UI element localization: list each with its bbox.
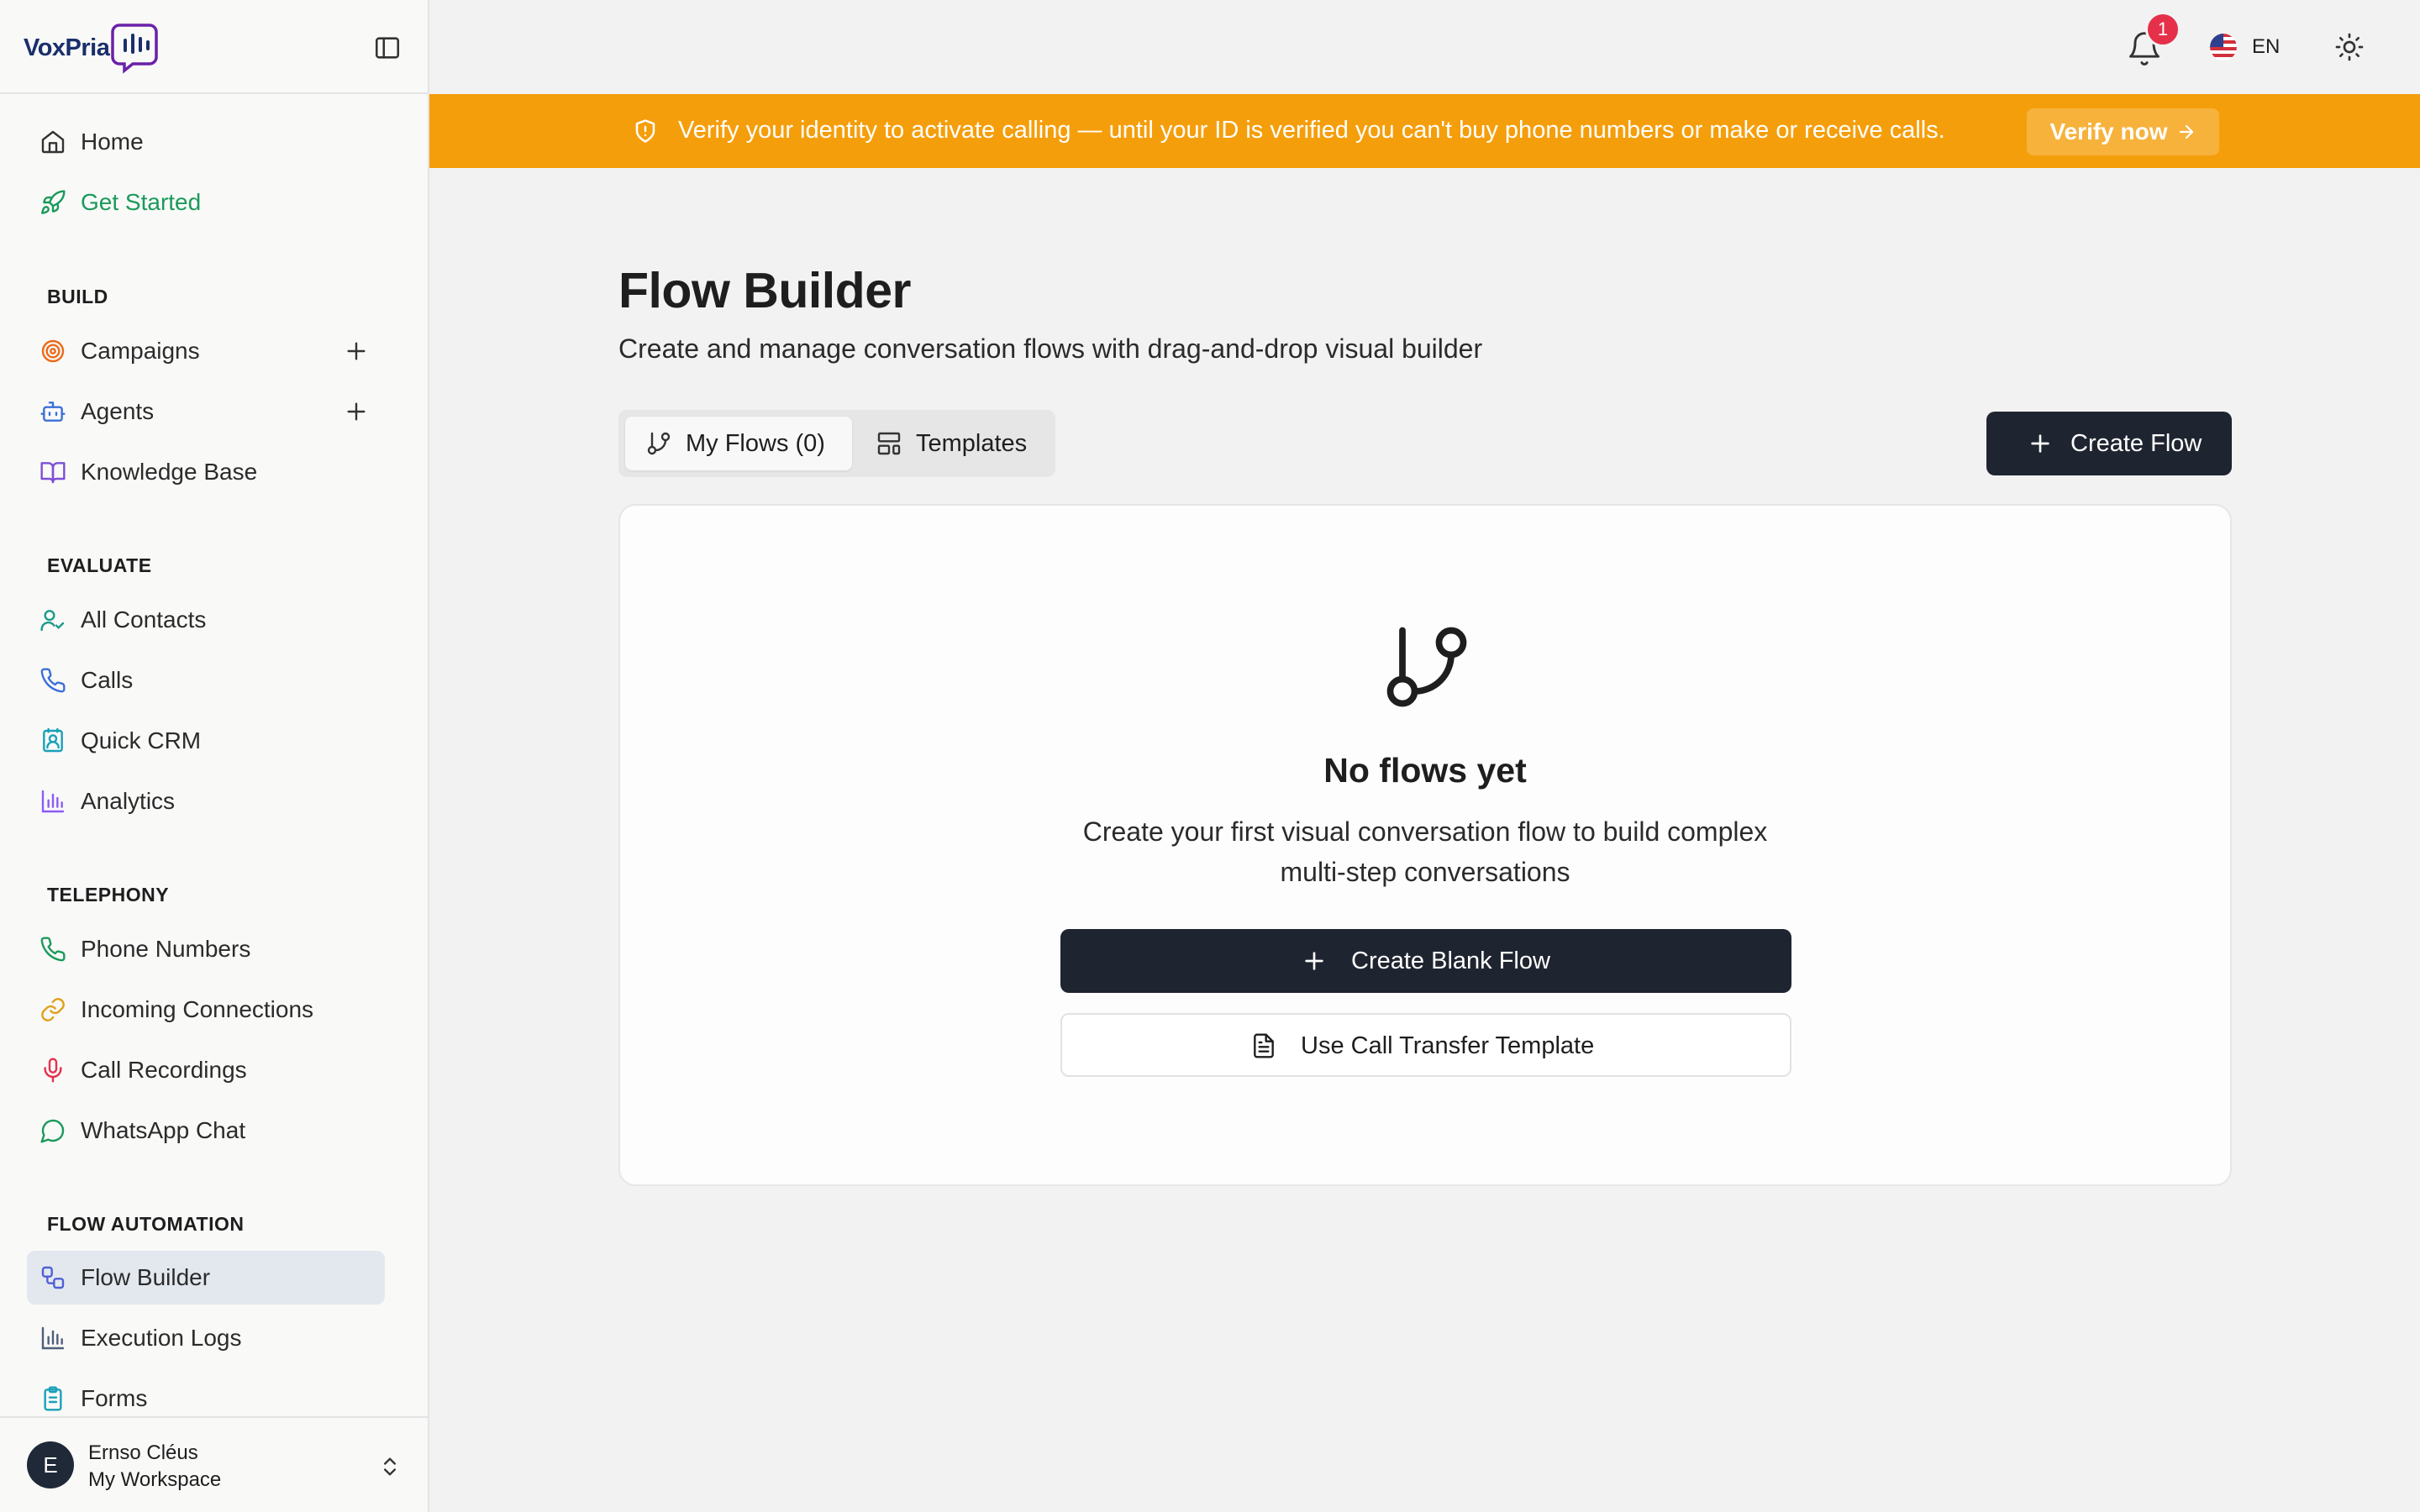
create-flow-label: Create Flow xyxy=(2070,430,2202,457)
banner-text: Verify your identity to activate calling… xyxy=(678,117,1945,144)
verify-now-button[interactable]: Verify now xyxy=(2027,108,2219,155)
sidebar-item-label: All Contacts xyxy=(81,606,207,633)
sidebar-item-label: Analytics xyxy=(81,788,176,814)
sidebar-item-label: Quick CRM xyxy=(81,727,202,753)
sidebar-item-label: Campaigns xyxy=(81,338,200,364)
book-icon xyxy=(39,458,67,486)
sidebar-item-label: Flow Builder xyxy=(81,1264,211,1290)
sidebar-item-whatsapp-chat[interactable]: WhatsApp Chat xyxy=(27,1104,385,1158)
workspace-name: My Workspace xyxy=(88,1468,222,1491)
sun-icon[interactable] xyxy=(2334,32,2365,62)
bar-chart-icon xyxy=(39,787,67,816)
page-title: Flow Builder xyxy=(618,263,912,318)
chevrons-up-down-icon[interactable] xyxy=(378,1453,402,1480)
avatar: E xyxy=(27,1441,74,1488)
logo-mark-icon xyxy=(111,24,159,74)
sidebar-item-label: Incoming Connections xyxy=(81,996,314,1022)
sidebar-item-flow-builder[interactable]: Flow Builder xyxy=(27,1251,385,1305)
sidebar-item-label: Execution Logs xyxy=(81,1325,242,1351)
section-title-flow-automation: FLOW AUTOMATION xyxy=(47,1213,245,1235)
us-flag-icon xyxy=(2210,34,2237,60)
sidebar-item-label: Get Started xyxy=(81,189,202,215)
use-template-label: Use Call Transfer Template xyxy=(1301,1032,1595,1059)
link-icon xyxy=(39,995,67,1024)
create-blank-flow-label: Create Blank Flow xyxy=(1351,948,1550,974)
section-title-telephony: TELEPHONY xyxy=(47,884,170,906)
sidebar-item-label: Home xyxy=(81,129,144,155)
target-icon xyxy=(39,337,67,365)
tab-label: Templates xyxy=(916,429,1028,457)
sidebar-item-incoming-connections[interactable]: Incoming Connections xyxy=(27,983,385,1037)
file-text-icon xyxy=(1250,1032,1277,1060)
add-agent-icon[interactable] xyxy=(343,398,370,425)
phone-icon xyxy=(39,935,67,963)
sidebar-item-label: Phone Numbers xyxy=(81,936,251,962)
home-icon xyxy=(39,128,67,156)
sidebar-item-execution-logs[interactable]: Execution Logs xyxy=(27,1311,385,1365)
clipboard-icon xyxy=(39,1384,67,1413)
create-flow-button[interactable]: Create Flow xyxy=(1986,412,2232,475)
bot-icon xyxy=(39,397,67,426)
section-title-build: BUILD xyxy=(47,286,108,307)
empty-state-title: No flows yet xyxy=(1323,751,1527,790)
sidebar: VoxPria Home Get Started BUILD Campaigns… xyxy=(0,0,429,1512)
verification-banner: Verify your identity to activate calling… xyxy=(429,94,2420,168)
mic-icon xyxy=(39,1056,67,1084)
sidebar-item-label: Knowledge Base xyxy=(81,459,258,485)
git-branch-icon xyxy=(1378,618,1476,716)
sidebar-item-quick-crm[interactable]: Quick CRM xyxy=(27,714,385,768)
sidebar-item-get-started[interactable]: Get Started xyxy=(27,176,385,229)
sidebar-item-analytics[interactable]: Analytics xyxy=(27,774,385,828)
notification-badge: 1 xyxy=(2145,12,2181,47)
logo[interactable]: VoxPria xyxy=(24,22,159,74)
user-menu[interactable]: E Ernso Cléus My Workspace xyxy=(0,1416,428,1512)
arrow-right-icon xyxy=(2179,124,2193,139)
create-blank-flow-button[interactable]: Create Blank Flow xyxy=(1060,929,1791,993)
workflow-icon xyxy=(39,1263,67,1292)
contact-card-icon xyxy=(39,727,67,755)
page-subtitle: Create and manage conversation flows wit… xyxy=(618,333,1483,364)
tab-my-flows[interactable]: My Flows (0) xyxy=(625,417,852,470)
logo-bar: VoxPria xyxy=(0,0,428,94)
language-code: EN xyxy=(2252,35,2281,58)
bar-chart-icon xyxy=(39,1324,67,1352)
sidebar-item-label: Forms xyxy=(81,1385,148,1411)
sidebar-item-agents[interactable]: Agents xyxy=(27,385,385,438)
user-name: Ernso Cléus xyxy=(88,1441,198,1464)
sidebar-item-label: Agents xyxy=(81,398,155,424)
sidebar-item-campaigns[interactable]: Campaigns xyxy=(27,324,385,378)
empty-state-card: No flows yet Create your first visual co… xyxy=(618,504,2232,1186)
logo-text: VoxPria xyxy=(24,34,110,61)
sidebar-toggle-icon[interactable] xyxy=(373,34,402,62)
sidebar-item-calls[interactable]: Calls xyxy=(27,654,385,707)
flow-tabs: My Flows (0) Templates xyxy=(618,410,1055,477)
sidebar-item-knowledge-base[interactable]: Knowledge Base xyxy=(27,445,385,499)
phone-icon xyxy=(39,666,67,695)
layout-template-icon xyxy=(876,430,902,457)
shield-alert-icon xyxy=(633,118,658,144)
chat-bubble-icon xyxy=(39,1116,67,1145)
sidebar-item-phone-numbers[interactable]: Phone Numbers xyxy=(27,922,385,976)
sidebar-item-home[interactable]: Home xyxy=(27,115,385,169)
plus-icon xyxy=(1301,948,1328,974)
user-check-icon xyxy=(39,606,67,634)
sidebar-item-call-recordings[interactable]: Call Recordings xyxy=(27,1043,385,1097)
sidebar-item-label: Calls xyxy=(81,667,134,693)
add-campaign-icon[interactable] xyxy=(343,338,370,365)
sidebar-item-all-contacts[interactable]: All Contacts xyxy=(27,593,385,647)
tab-templates[interactable]: Templates xyxy=(855,417,1049,470)
language-selector[interactable]: EN xyxy=(2210,30,2280,64)
section-title-evaluate: EVALUATE xyxy=(47,554,152,576)
sidebar-item-label: Call Recordings xyxy=(81,1057,247,1083)
git-branch-icon xyxy=(645,430,672,457)
tab-label: My Flows (0) xyxy=(686,429,825,457)
top-bar xyxy=(429,0,2420,94)
plus-icon xyxy=(2027,430,2054,457)
sidebar-item-label: WhatsApp Chat xyxy=(81,1117,246,1143)
empty-state-description: Create your first visual conversation fl… xyxy=(1082,816,1768,887)
use-call-transfer-template-button[interactable]: Use Call Transfer Template xyxy=(1060,1013,1791,1077)
verify-now-label: Verify now xyxy=(2049,118,2168,144)
rocket-icon xyxy=(39,188,67,217)
